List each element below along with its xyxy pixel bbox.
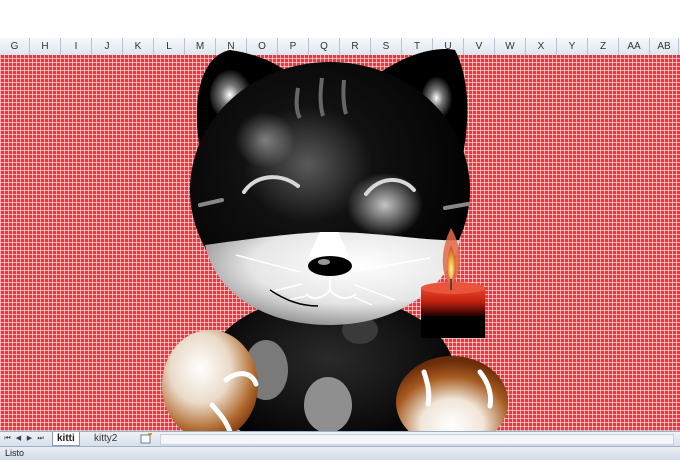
insert-sheet-icon[interactable] [140,433,153,444]
first-sheet-button[interactable]: ⏮ [3,433,12,444]
horizontal-scrollbar[interactable] [160,434,674,445]
sheet-tab-kitty2[interactable]: kitty2 [90,432,121,445]
left-paw-bun [162,330,259,440]
candle [421,282,485,338]
cat-artwork[interactable] [0,0,680,459]
next-sheet-button[interactable]: ▶ [25,433,34,444]
sheet-tab-kitti[interactable]: kitti [52,432,80,446]
sheet-tab-bar: ⏮ ◀ ▶ ⏭ kitti kitty2 [0,431,680,446]
prev-sheet-button[interactable]: ◀ [14,433,23,444]
status-text: Listo [5,448,25,458]
last-sheet-button[interactable]: ⏭ [36,433,45,444]
status-bar: Listo [0,446,680,460]
